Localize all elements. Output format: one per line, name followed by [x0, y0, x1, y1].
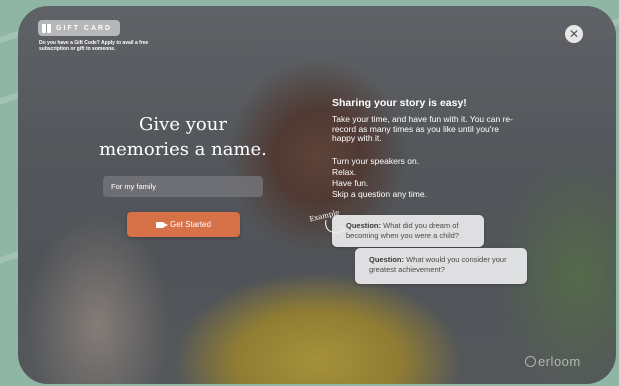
tip-item: Relax. — [332, 167, 357, 177]
story-title: Sharing your story is easy! — [332, 97, 467, 109]
gift-card-description: Do you have a Gift Code? Apply to avail … — [39, 40, 149, 52]
close-icon: ✕ — [568, 27, 580, 41]
video-camera-icon — [156, 221, 169, 228]
tips-list: Turn your speakers on. Relax. Have fun. … — [332, 156, 427, 200]
tip-item: Turn your speakers on. — [332, 156, 420, 166]
question-prefix: Question: — [369, 255, 404, 264]
story-modal: GIFT CARD Do you have a Gift Code? Apply… — [18, 6, 616, 384]
question-prefix: Question: — [346, 221, 381, 230]
example-question-card: Question: What did you dream of becoming… — [332, 215, 484, 247]
tip-item: Skip a question any time. — [332, 189, 427, 199]
get-started-button[interactable]: Get Started — [127, 212, 240, 237]
logo-icon — [525, 356, 536, 367]
gift-icon — [42, 23, 51, 33]
example-question-card: Question: What would you consider your g… — [355, 248, 527, 284]
brand-logo: erloom — [525, 354, 581, 369]
tip-item: Have fun. — [332, 178, 369, 188]
story-body: Take your time, and have fun with it. Yo… — [332, 114, 513, 143]
gift-card-label: GIFT CARD — [56, 24, 113, 32]
logo-text: erloom — [538, 354, 581, 369]
close-button[interactable]: ✕ — [565, 25, 583, 43]
page-title: Give your memories a name. — [99, 114, 267, 160]
get-started-label: Get Started — [170, 220, 211, 229]
gift-card-button[interactable]: GIFT CARD — [38, 20, 121, 36]
memory-name-input[interactable] — [103, 176, 263, 197]
